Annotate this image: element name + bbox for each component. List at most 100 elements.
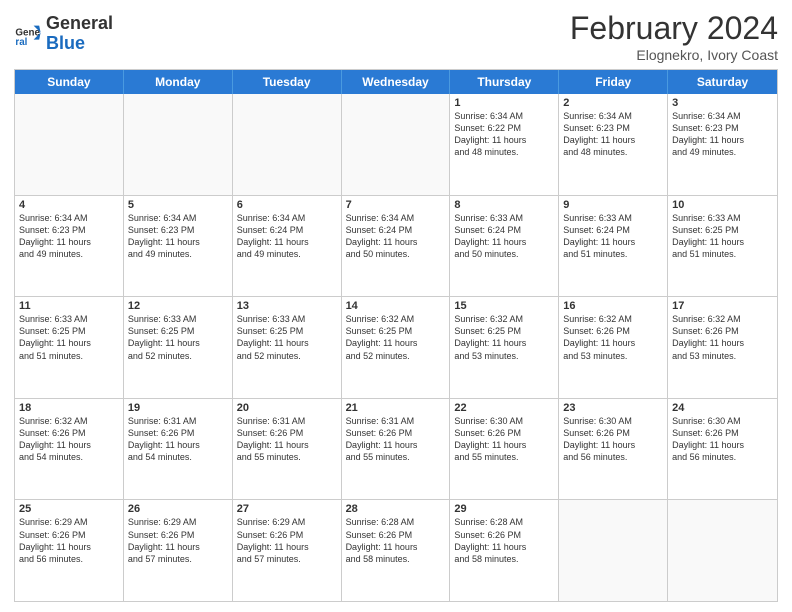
day-number: 16 <box>563 300 663 312</box>
day-number: 10 <box>672 199 773 211</box>
day-number: 12 <box>128 300 228 312</box>
cal-cell: 9Sunrise: 6:33 AM Sunset: 6:24 PM Daylig… <box>559 196 668 297</box>
title-block: February 2024 Elognekro, Ivory Coast <box>570 10 778 63</box>
day-info: Sunrise: 6:29 AM Sunset: 6:26 PM Dayligh… <box>128 516 228 565</box>
cal-cell: 20Sunrise: 6:31 AM Sunset: 6:26 PM Dayli… <box>233 399 342 500</box>
cal-cell: 28Sunrise: 6:28 AM Sunset: 6:26 PM Dayli… <box>342 500 451 601</box>
cal-cell: 18Sunrise: 6:32 AM Sunset: 6:26 PM Dayli… <box>15 399 124 500</box>
day-info: Sunrise: 6:30 AM Sunset: 6:26 PM Dayligh… <box>454 415 554 464</box>
day-number: 11 <box>19 300 119 312</box>
cal-header-cell: Sunday <box>15 70 124 94</box>
day-info: Sunrise: 6:28 AM Sunset: 6:26 PM Dayligh… <box>346 516 446 565</box>
cal-cell: 25Sunrise: 6:29 AM Sunset: 6:26 PM Dayli… <box>15 500 124 601</box>
cal-cell <box>15 94 124 195</box>
day-number: 3 <box>672 97 773 109</box>
cal-cell <box>233 94 342 195</box>
day-info: Sunrise: 6:33 AM Sunset: 6:25 PM Dayligh… <box>237 313 337 362</box>
logo-icon: Gene ral <box>14 20 42 48</box>
cal-cell: 23Sunrise: 6:30 AM Sunset: 6:26 PM Dayli… <box>559 399 668 500</box>
cal-header-cell: Monday <box>124 70 233 94</box>
month-title: February 2024 <box>570 10 778 47</box>
calendar-body: 1Sunrise: 6:34 AM Sunset: 6:22 PM Daylig… <box>15 94 777 601</box>
day-number: 20 <box>237 402 337 414</box>
day-info: Sunrise: 6:34 AM Sunset: 6:23 PM Dayligh… <box>19 212 119 261</box>
day-info: Sunrise: 6:31 AM Sunset: 6:26 PM Dayligh… <box>237 415 337 464</box>
cal-row: 1Sunrise: 6:34 AM Sunset: 6:22 PM Daylig… <box>15 94 777 195</box>
day-info: Sunrise: 6:31 AM Sunset: 6:26 PM Dayligh… <box>346 415 446 464</box>
cal-cell: 24Sunrise: 6:30 AM Sunset: 6:26 PM Dayli… <box>668 399 777 500</box>
cal-cell <box>668 500 777 601</box>
day-info: Sunrise: 6:33 AM Sunset: 6:24 PM Dayligh… <box>563 212 663 261</box>
cal-header-cell: Friday <box>559 70 668 94</box>
day-info: Sunrise: 6:34 AM Sunset: 6:24 PM Dayligh… <box>237 212 337 261</box>
day-info: Sunrise: 6:33 AM Sunset: 6:25 PM Dayligh… <box>19 313 119 362</box>
cal-cell: 10Sunrise: 6:33 AM Sunset: 6:25 PM Dayli… <box>668 196 777 297</box>
day-number: 7 <box>346 199 446 211</box>
cal-cell: 16Sunrise: 6:32 AM Sunset: 6:26 PM Dayli… <box>559 297 668 398</box>
day-info: Sunrise: 6:32 AM Sunset: 6:26 PM Dayligh… <box>19 415 119 464</box>
day-number: 9 <box>563 199 663 211</box>
cal-cell: 3Sunrise: 6:34 AM Sunset: 6:23 PM Daylig… <box>668 94 777 195</box>
day-number: 1 <box>454 97 554 109</box>
cal-cell: 13Sunrise: 6:33 AM Sunset: 6:25 PM Dayli… <box>233 297 342 398</box>
day-number: 22 <box>454 402 554 414</box>
day-info: Sunrise: 6:34 AM Sunset: 6:23 PM Dayligh… <box>672 110 773 159</box>
cal-cell <box>559 500 668 601</box>
cal-cell: 12Sunrise: 6:33 AM Sunset: 6:25 PM Dayli… <box>124 297 233 398</box>
cal-cell: 2Sunrise: 6:34 AM Sunset: 6:23 PM Daylig… <box>559 94 668 195</box>
day-number: 28 <box>346 503 446 515</box>
calendar-header-row: SundayMondayTuesdayWednesdayThursdayFrid… <box>15 70 777 94</box>
day-info: Sunrise: 6:32 AM Sunset: 6:25 PM Dayligh… <box>346 313 446 362</box>
header: Gene ral General Blue February 2024 Elog… <box>14 10 778 63</box>
day-info: Sunrise: 6:29 AM Sunset: 6:26 PM Dayligh… <box>19 516 119 565</box>
cal-cell: 21Sunrise: 6:31 AM Sunset: 6:26 PM Dayli… <box>342 399 451 500</box>
day-number: 23 <box>563 402 663 414</box>
day-number: 26 <box>128 503 228 515</box>
day-number: 17 <box>672 300 773 312</box>
day-number: 6 <box>237 199 337 211</box>
cal-cell: 27Sunrise: 6:29 AM Sunset: 6:26 PM Dayli… <box>233 500 342 601</box>
cal-cell: 14Sunrise: 6:32 AM Sunset: 6:25 PM Dayli… <box>342 297 451 398</box>
day-info: Sunrise: 6:34 AM Sunset: 6:23 PM Dayligh… <box>563 110 663 159</box>
day-number: 19 <box>128 402 228 414</box>
day-number: 15 <box>454 300 554 312</box>
cal-header-cell: Tuesday <box>233 70 342 94</box>
day-number: 5 <box>128 199 228 211</box>
day-info: Sunrise: 6:34 AM Sunset: 6:23 PM Dayligh… <box>128 212 228 261</box>
cal-cell <box>342 94 451 195</box>
cal-cell: 4Sunrise: 6:34 AM Sunset: 6:23 PM Daylig… <box>15 196 124 297</box>
cal-row: 25Sunrise: 6:29 AM Sunset: 6:26 PM Dayli… <box>15 499 777 601</box>
day-info: Sunrise: 6:29 AM Sunset: 6:26 PM Dayligh… <box>237 516 337 565</box>
cal-cell: 17Sunrise: 6:32 AM Sunset: 6:26 PM Dayli… <box>668 297 777 398</box>
cal-cell <box>124 94 233 195</box>
day-number: 27 <box>237 503 337 515</box>
day-number: 24 <box>672 402 773 414</box>
day-info: Sunrise: 6:34 AM Sunset: 6:24 PM Dayligh… <box>346 212 446 261</box>
cal-cell: 15Sunrise: 6:32 AM Sunset: 6:25 PM Dayli… <box>450 297 559 398</box>
page: Gene ral General Blue February 2024 Elog… <box>0 0 792 612</box>
cal-cell: 19Sunrise: 6:31 AM Sunset: 6:26 PM Dayli… <box>124 399 233 500</box>
cal-cell: 5Sunrise: 6:34 AM Sunset: 6:23 PM Daylig… <box>124 196 233 297</box>
day-info: Sunrise: 6:32 AM Sunset: 6:26 PM Dayligh… <box>672 313 773 362</box>
logo-text: General Blue <box>46 14 113 54</box>
day-info: Sunrise: 6:31 AM Sunset: 6:26 PM Dayligh… <box>128 415 228 464</box>
cal-row: 4Sunrise: 6:34 AM Sunset: 6:23 PM Daylig… <box>15 195 777 297</box>
cal-row: 11Sunrise: 6:33 AM Sunset: 6:25 PM Dayli… <box>15 296 777 398</box>
cal-cell: 11Sunrise: 6:33 AM Sunset: 6:25 PM Dayli… <box>15 297 124 398</box>
cal-cell: 8Sunrise: 6:33 AM Sunset: 6:24 PM Daylig… <box>450 196 559 297</box>
cal-header-cell: Thursday <box>450 70 559 94</box>
cal-row: 18Sunrise: 6:32 AM Sunset: 6:26 PM Dayli… <box>15 398 777 500</box>
cal-cell: 29Sunrise: 6:28 AM Sunset: 6:26 PM Dayli… <box>450 500 559 601</box>
day-number: 25 <box>19 503 119 515</box>
cal-cell: 26Sunrise: 6:29 AM Sunset: 6:26 PM Dayli… <box>124 500 233 601</box>
cal-cell: 22Sunrise: 6:30 AM Sunset: 6:26 PM Dayli… <box>450 399 559 500</box>
day-number: 21 <box>346 402 446 414</box>
svg-text:ral: ral <box>15 37 27 48</box>
day-number: 13 <box>237 300 337 312</box>
day-info: Sunrise: 6:32 AM Sunset: 6:25 PM Dayligh… <box>454 313 554 362</box>
day-info: Sunrise: 6:34 AM Sunset: 6:22 PM Dayligh… <box>454 110 554 159</box>
logo-general: General <box>46 14 113 34</box>
logo: Gene ral General Blue <box>14 14 113 54</box>
day-info: Sunrise: 6:33 AM Sunset: 6:25 PM Dayligh… <box>672 212 773 261</box>
day-info: Sunrise: 6:28 AM Sunset: 6:26 PM Dayligh… <box>454 516 554 565</box>
